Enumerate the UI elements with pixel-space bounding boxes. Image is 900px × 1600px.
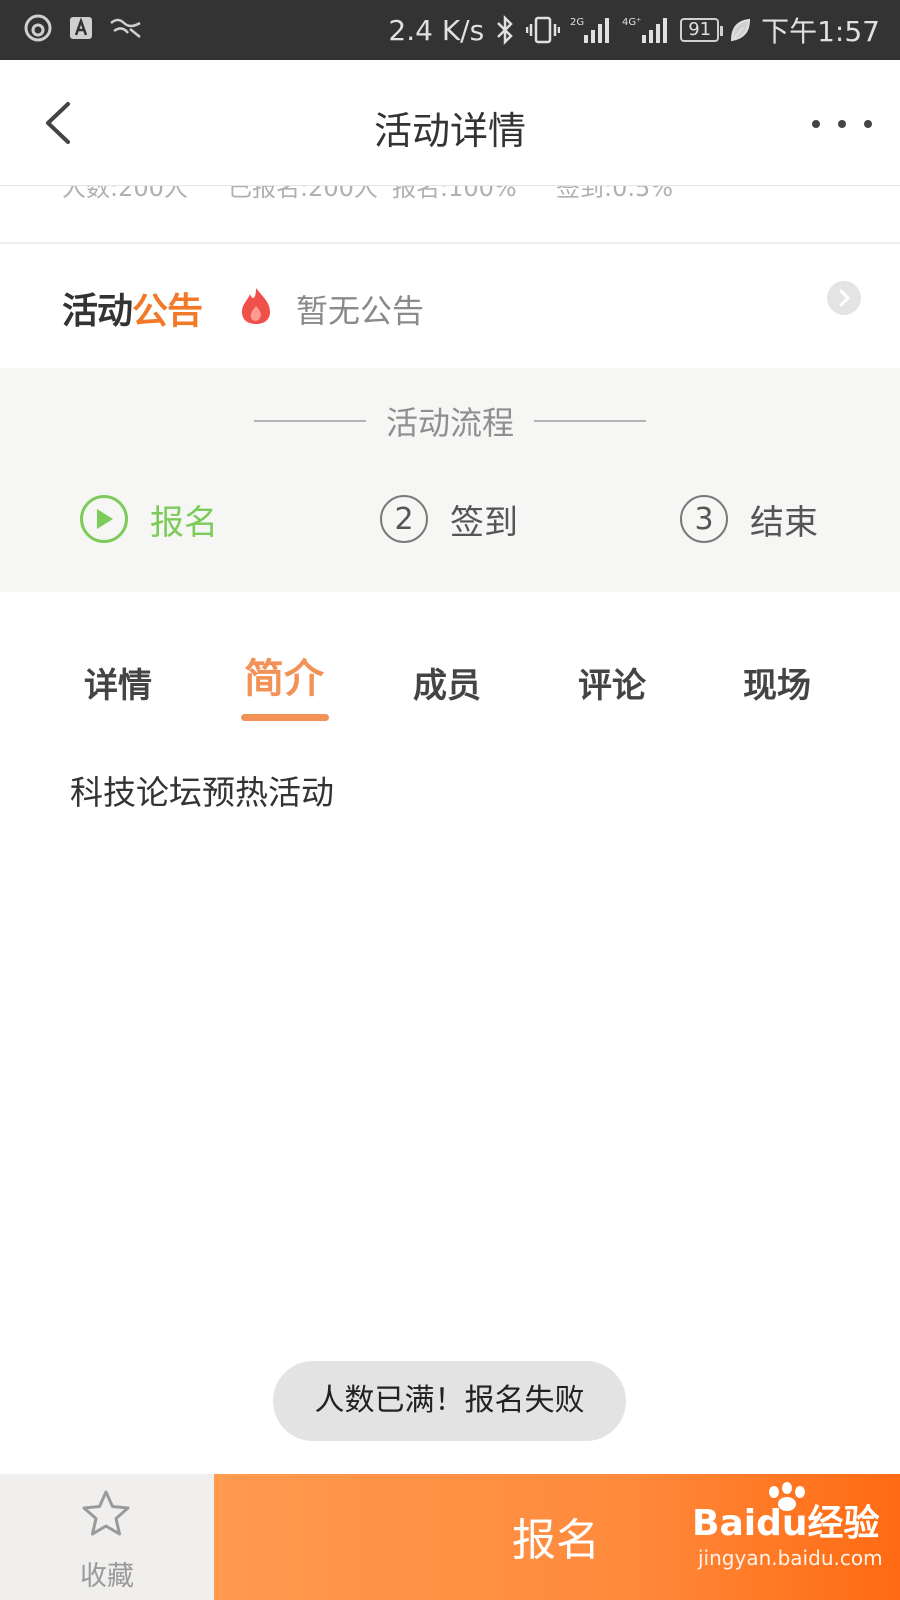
text-a-icon bbox=[70, 17, 92, 39]
tab-members[interactable]: 成员 bbox=[413, 658, 481, 707]
status-bar: 2.4 K/s 2G 4G⁺ 91 下午1:57 bbox=[0, 0, 900, 60]
step-checkin: 2 签到 bbox=[380, 494, 518, 544]
watermark-brand: Baidu经验 bbox=[692, 1503, 880, 1544]
signal-2g-icon: 2G bbox=[570, 17, 610, 43]
watermark-url: jingyan.baidu.com bbox=[698, 1546, 883, 1570]
more-options-icon[interactable] bbox=[812, 116, 872, 132]
leaf-icon bbox=[731, 18, 751, 42]
status-right-icons: 2.4 K/s 2G 4G⁺ 91 下午1:57 bbox=[388, 10, 880, 50]
page-title: 活动详情 bbox=[373, 109, 526, 153]
svg-text:4G⁺: 4G⁺ bbox=[622, 17, 641, 28]
flame-icon bbox=[242, 288, 270, 324]
toast-message: 人数已满！报名失败 bbox=[273, 1361, 626, 1441]
signup-button[interactable]: 报名 Baidu经验 jingyan.baidu.com bbox=[214, 1474, 900, 1600]
bottom-action-bar: 收藏 报名 Baidu经验 jingyan.baidu.com bbox=[0, 1474, 900, 1600]
svg-text:2G: 2G bbox=[570, 17, 584, 28]
stat-registered: 已报名:200人 bbox=[228, 186, 378, 202]
favorite-button[interactable]: 收藏 bbox=[0, 1474, 214, 1600]
stat-signed-in: 签到:0.5% bbox=[556, 186, 674, 202]
battery-level: 91 bbox=[680, 18, 724, 42]
announcement-bar[interactable]: 活动公告 暂无公告 bbox=[0, 246, 900, 368]
announcement-title: 活动公告 bbox=[62, 291, 203, 332]
network-speed: 2.4 K/s bbox=[388, 13, 485, 47]
study-app-icon bbox=[110, 18, 141, 38]
activity-stats: 人数:200人 已报名:200人 报名:100% 签到:0.5% bbox=[0, 186, 900, 244]
tab-details[interactable]: 详情 bbox=[84, 658, 152, 707]
stat-total: 人数:200人 bbox=[62, 186, 188, 202]
step-signup: 报名 bbox=[80, 494, 218, 544]
process-heading: 活动流程 bbox=[254, 398, 646, 444]
netease-music-icon bbox=[24, 14, 52, 42]
nav-header: 活动详情 bbox=[0, 60, 900, 186]
chevron-right-icon[interactable] bbox=[826, 280, 862, 316]
detail-tabs: 详情 简介 成员 评论 现场 bbox=[0, 592, 900, 732]
step-label: 签到 bbox=[450, 502, 518, 543]
tab-intro[interactable]: 简介 bbox=[244, 646, 324, 704]
baidu-watermark: Baidu经验 jingyan.baidu.com bbox=[692, 1482, 892, 1584]
favorite-label: 收藏 bbox=[80, 1561, 134, 1592]
tab-comments[interactable]: 评论 bbox=[578, 658, 646, 707]
step-end: 3 结束 bbox=[680, 494, 818, 544]
bluetooth-icon bbox=[497, 15, 513, 45]
signup-label: 报名 bbox=[512, 1515, 600, 1566]
divider-line-right bbox=[534, 420, 646, 422]
star-icon bbox=[82, 1490, 130, 1536]
vibrate-icon bbox=[526, 16, 561, 44]
play-icon bbox=[80, 495, 128, 543]
step-number: 2 bbox=[380, 495, 428, 543]
activity-process: 活动流程 报名 2 签到 3 结束 bbox=[0, 368, 900, 592]
step-label: 报名 bbox=[150, 502, 218, 543]
tab-scene[interactable]: 现场 bbox=[743, 658, 811, 707]
clock: 下午1:57 bbox=[761, 15, 880, 48]
announcement-text: 暂无公告 bbox=[296, 292, 425, 330]
signal-4g-icon: 4G⁺ bbox=[622, 17, 668, 43]
step-label: 结束 bbox=[750, 502, 818, 543]
step-number: 3 bbox=[680, 495, 728, 543]
stat-registered-pct: 报名:100% bbox=[392, 186, 517, 202]
status-left-icons bbox=[22, 12, 144, 44]
intro-text: 科技论坛预热活动 bbox=[70, 773, 334, 812]
active-tab-indicator bbox=[241, 714, 329, 721]
